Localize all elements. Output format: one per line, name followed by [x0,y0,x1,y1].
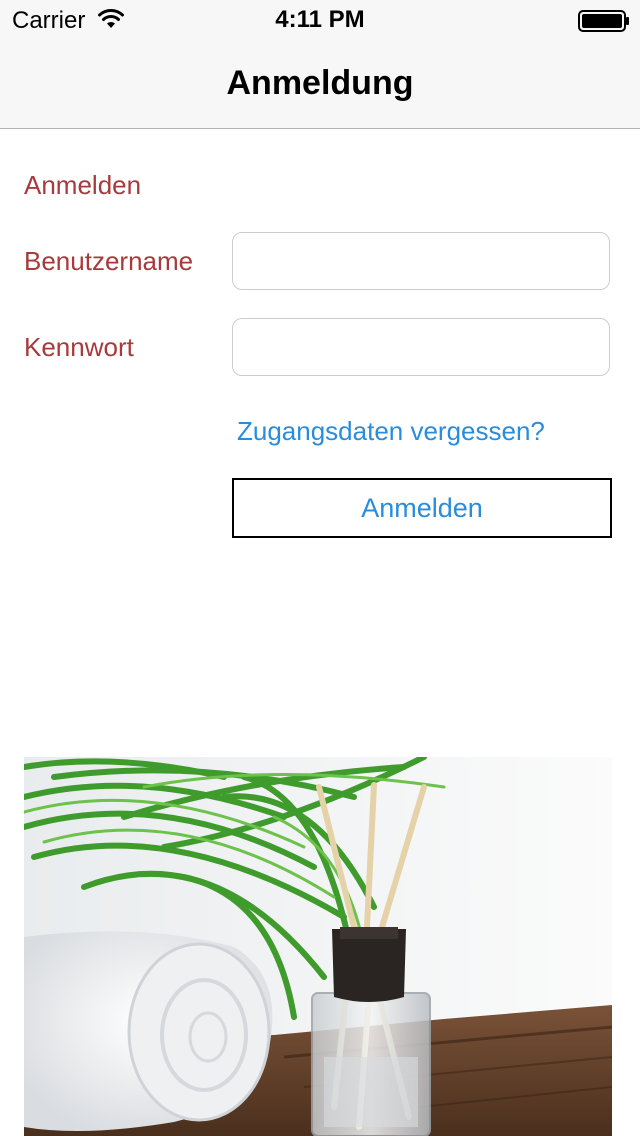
spa-photo [24,757,612,1136]
forgot-credentials-link[interactable]: Zugangsdaten vergessen? [237,416,545,447]
login-section-title: Anmelden [24,170,142,200]
page-title: Anmeldung [226,64,414,102]
username-label: Benutzername [24,246,194,276]
password-input[interactable] [232,318,610,376]
login-button[interactable]: Anmelden [232,478,612,538]
password-label: Kennwort [24,332,134,362]
status-bar: Carrier 4:11 PM [0,0,640,40]
username-input[interactable] [232,232,610,290]
battery-icon [578,10,630,37]
navigation-bar: Anmeldung [0,40,640,129]
status-time: 4:11 PM [275,6,365,33]
